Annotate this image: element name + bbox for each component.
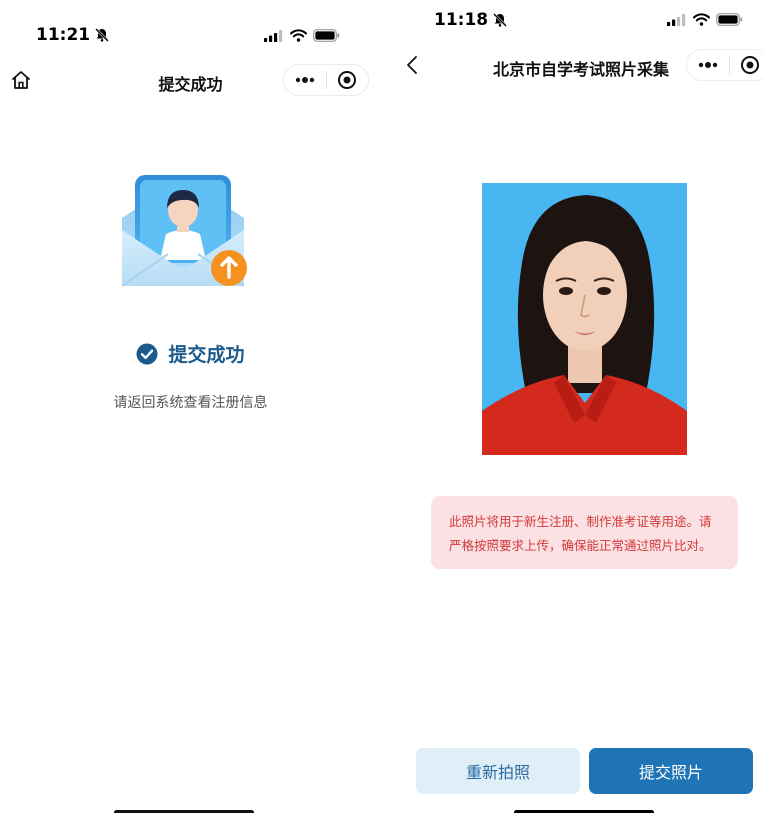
- success-subtitle: 请返回系统查看注册信息: [113, 395, 268, 411]
- status-bar-time: 11:21: [36, 25, 110, 45]
- close-target-icon: [741, 56, 760, 74]
- more-button[interactable]: [687, 50, 729, 80]
- bell-off-icon: [95, 28, 110, 42]
- bell-off-icon: [493, 13, 508, 27]
- status-icons: [667, 13, 743, 26]
- back-chevron-icon[interactable]: [405, 54, 419, 76]
- page-title: 北京市自学考试照片采集: [493, 60, 670, 79]
- notice-line-1: 此照片将用于新生注册、制作准考证等用途。请: [449, 514, 712, 529]
- wifi-icon: [693, 13, 710, 26]
- battery-icon: [313, 29, 340, 42]
- menu-capsule: [686, 49, 763, 81]
- success-row: 提交成功: [0, 340, 381, 367]
- more-dots-icon: [698, 62, 717, 68]
- photo-usage-notice: 此照片将用于新生注册、制作准考证等用途。请 严格按照要求上传，确保能正常通过照片…: [431, 496, 738, 569]
- status-time-text: 11:21: [36, 25, 91, 45]
- id-photo-preview: [482, 183, 687, 455]
- envelope-photo-illustration: [121, 175, 247, 287]
- retake-photo-button[interactable]: 重新拍照: [416, 748, 580, 794]
- check-circle-icon: [136, 343, 158, 364]
- close-button[interactable]: [730, 50, 763, 80]
- battery-icon: [716, 13, 743, 26]
- close-target-icon: [338, 71, 357, 89]
- notice-line-2: 严格按照要求上传，确保能正常通过照片比对。: [449, 538, 712, 553]
- submit-photo-button[interactable]: 提交照片: [589, 748, 753, 794]
- status-bar-time: 11:18: [434, 10, 508, 30]
- signal-icon: [667, 13, 686, 26]
- more-dots-icon: [295, 77, 314, 83]
- left-screen: 11:21 提交成功 提交成功 请返回系统查看注册信息: [0, 0, 381, 813]
- menu-capsule: [283, 64, 369, 96]
- status-icons: [264, 29, 340, 42]
- close-button[interactable]: [327, 65, 369, 95]
- status-time-text: 11:18: [434, 10, 489, 30]
- right-screen: 11:18 北京市自学考试照片采集 此照片将用于新生注册、制作准考证等用途。请 …: [381, 0, 763, 813]
- signal-icon: [264, 29, 283, 42]
- more-button[interactable]: [284, 65, 326, 95]
- wifi-icon: [290, 29, 307, 42]
- success-title: 提交成功: [168, 344, 245, 366]
